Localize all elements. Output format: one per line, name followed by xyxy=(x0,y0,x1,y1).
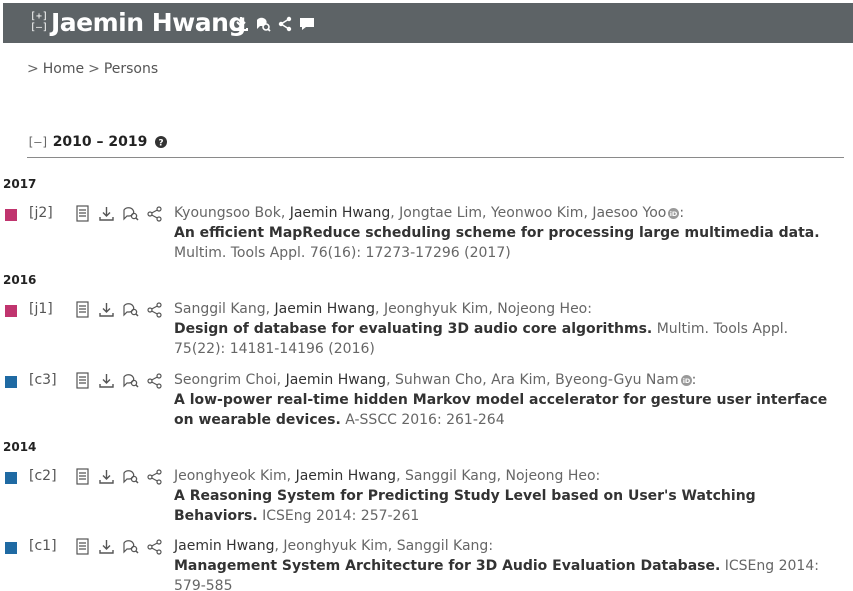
lookup-icon[interactable] xyxy=(122,468,139,485)
orcid-search-icon[interactable] xyxy=(255,16,271,32)
author-link[interactable]: Seongrim Choi xyxy=(174,372,277,388)
publication-body: Kyoungsoo Bok, Jaemin Hwang, Jongtae Lim… xyxy=(174,205,820,261)
conference-marker xyxy=(5,472,17,484)
publication-actions xyxy=(74,205,163,222)
author-link[interactable]: Sanggil Kang xyxy=(397,538,489,554)
lookup-icon[interactable] xyxy=(122,301,139,318)
export-icon[interactable] xyxy=(98,372,115,389)
view-icon[interactable] xyxy=(74,468,91,485)
author-link[interactable]: Sanggil Kang xyxy=(405,468,497,484)
publication-key: [j1] xyxy=(29,301,53,317)
publication-body: Sanggil Kang, Jaemin Hwang, Jeonghyuk Ki… xyxy=(174,301,789,357)
journal-marker xyxy=(5,209,17,221)
section-header: [–] 2010 – 2019 ? xyxy=(27,134,168,150)
svg-text:iD: iD xyxy=(682,377,690,385)
author-link[interactable]: Sanggil Kang xyxy=(174,301,266,317)
svg-text:?: ? xyxy=(159,139,164,149)
page-header: [+] [–] Jaemin Hwang xyxy=(3,3,853,43)
section-title: 2010 – 2019 xyxy=(52,134,148,150)
export-icon[interactable] xyxy=(98,468,115,485)
author-link[interactable]: Jongtae Lim xyxy=(399,205,482,221)
author-link[interactable]: Jeonghyuk Kim xyxy=(384,301,488,317)
publication-actions xyxy=(74,301,163,318)
share-icon[interactable] xyxy=(146,205,163,222)
publication-key: [c3] xyxy=(29,372,57,388)
comment-icon[interactable] xyxy=(299,16,315,32)
orcid-icon[interactable]: iD xyxy=(680,374,692,386)
author-link[interactable]: Suhwan Cho xyxy=(395,372,482,388)
lookup-icon[interactable] xyxy=(122,205,139,222)
person-name-title: Jaemin Hwang xyxy=(51,8,246,37)
publication-body: Seongrim Choi, Jaemin Hwang, Suhwan Cho,… xyxy=(174,372,828,428)
publication-actions xyxy=(74,372,163,389)
share-icon[interactable] xyxy=(146,301,163,318)
author-self: Jaemin Hwang xyxy=(274,301,376,317)
publication-venue[interactable]: Multim. Tools Appl. 76(16): 17273-17296 … xyxy=(174,245,511,261)
author-link[interactable]: Jaesoo Yoo xyxy=(592,205,666,221)
author-link[interactable]: Jeonghyuk Kim xyxy=(283,538,387,554)
author-self: Jaemin Hwang xyxy=(285,372,387,388)
share-icon[interactable] xyxy=(277,16,293,32)
expand-all-button[interactable]: [+] xyxy=(30,11,48,22)
publication-key: [c1] xyxy=(29,538,57,554)
breadcrumb-persons-link[interactable]: Persons xyxy=(104,61,158,77)
share-icon[interactable] xyxy=(146,538,163,555)
author-link[interactable]: Nojeong Heo xyxy=(497,301,587,317)
view-icon[interactable] xyxy=(74,538,91,555)
author-link[interactable]: Nojeong Heo xyxy=(506,468,596,484)
publication-key: [c2] xyxy=(29,468,57,484)
publication-venue[interactable]: A-SSCC 2016: 261-264 xyxy=(345,412,504,428)
share-icon[interactable] xyxy=(146,372,163,389)
export-icon[interactable] xyxy=(98,301,115,318)
share-icon[interactable] xyxy=(146,468,163,485)
publication-venue[interactable]: ICSEng 2014: 257-261 xyxy=(262,508,419,524)
view-icon[interactable] xyxy=(74,205,91,222)
publication-body: Jaemin Hwang, Jeonghyuk Kim, Sanggil Kan… xyxy=(174,536,839,591)
lookup-icon[interactable] xyxy=(122,538,139,555)
author-link[interactable]: Yeonwoo Kim xyxy=(491,205,583,221)
journal-marker xyxy=(5,305,17,317)
breadcrumb-separator: > xyxy=(27,61,39,77)
publication-title: An efficient MapReduce scheduling scheme… xyxy=(174,225,820,241)
header-actions xyxy=(233,16,315,32)
publication-actions xyxy=(74,538,163,555)
breadcrumb-home-link[interactable]: Home xyxy=(43,61,84,77)
collapse-all-button[interactable]: [–] xyxy=(30,22,48,33)
breadcrumb-separator: > xyxy=(88,61,100,77)
publication-title: Design of database for evaluating 3D aud… xyxy=(174,321,653,337)
lookup-icon[interactable] xyxy=(122,372,139,389)
author-link[interactable]: Byeong-Gyu Nam xyxy=(555,372,679,388)
help-icon[interactable]: ? xyxy=(155,136,168,149)
download-icon[interactable] xyxy=(233,16,249,32)
publication-key: [j2] xyxy=(29,205,53,221)
conference-marker xyxy=(5,542,17,554)
publication-body: Jeonghyeok Kim, Jaemin Hwang, Sanggil Ka… xyxy=(174,468,756,524)
conference-marker xyxy=(5,376,17,388)
author-self: Jaemin Hwang xyxy=(295,468,397,484)
year-heading-2016: 2016 xyxy=(3,273,37,287)
author-link[interactable]: Ara Kim xyxy=(491,372,546,388)
author-self: Jaemin Hwang xyxy=(174,538,275,554)
section-divider xyxy=(27,157,844,158)
svg-text:iD: iD xyxy=(670,210,678,218)
view-icon[interactable] xyxy=(74,372,91,389)
orcid-icon[interactable]: iD xyxy=(668,207,680,219)
author-link[interactable]: Kyoungsoo Bok xyxy=(174,205,281,221)
export-icon[interactable] xyxy=(98,205,115,222)
export-icon[interactable] xyxy=(98,538,115,555)
year-heading-2014: 2014 xyxy=(3,440,37,454)
year-heading-2017: 2017 xyxy=(3,177,37,191)
expand-collapse-toggle: [+] [–] xyxy=(30,11,48,33)
breadcrumb: > Home > Persons xyxy=(27,61,162,77)
view-icon[interactable] xyxy=(74,301,91,318)
publication-title: Management System Architecture for 3D Au… xyxy=(174,558,721,574)
publication-actions xyxy=(74,468,163,485)
section-collapse-button[interactable]: [–] xyxy=(27,135,49,149)
author-self: Jaemin Hwang xyxy=(289,205,391,221)
author-link[interactable]: Jeonghyeok Kim xyxy=(174,468,287,484)
